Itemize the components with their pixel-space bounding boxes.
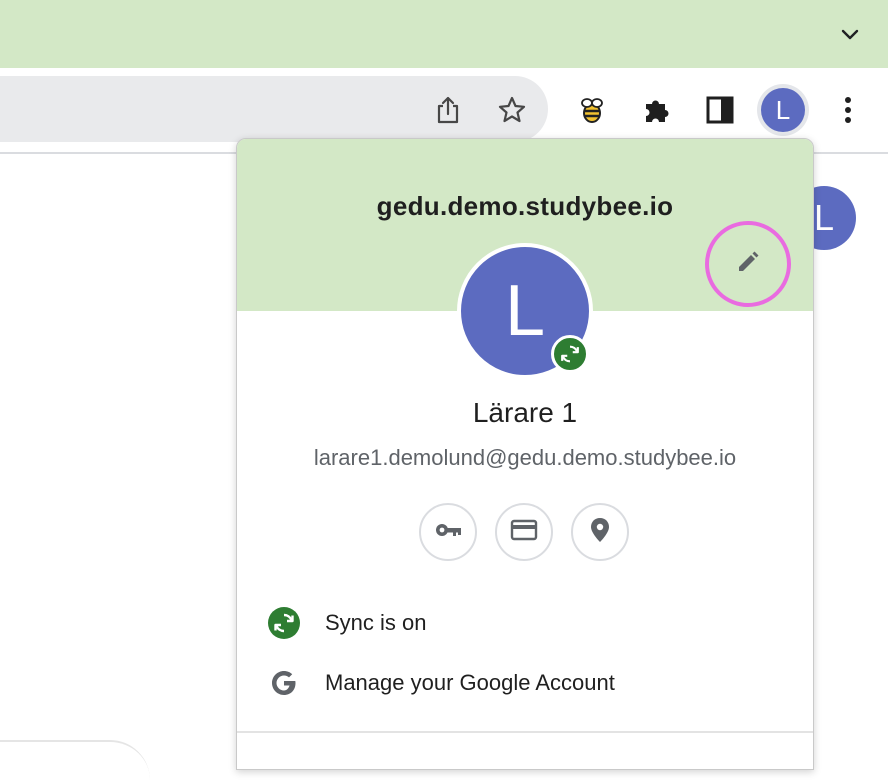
browser-title-bar <box>0 0 888 68</box>
avatar: L <box>761 88 805 132</box>
payment-card-icon <box>509 515 539 550</box>
user-email: larare1.demolund@gedu.demo.studybee.io <box>313 445 737 470</box>
payment-methods-button[interactable] <box>495 503 553 561</box>
profile-popup: gedu.demo.studybee.io L Lärare 1 larare1… <box>236 138 814 770</box>
side-panel-icon[interactable] <box>702 92 738 128</box>
profile-avatar-button[interactable]: L <box>757 84 809 136</box>
pencil-icon <box>734 248 762 281</box>
extensions-puzzle-icon[interactable] <box>638 92 674 128</box>
share-icon[interactable] <box>430 92 466 128</box>
chevron-down-icon[interactable] <box>838 22 862 46</box>
sync-status-label: Sync is on <box>325 610 427 635</box>
sync-status-row[interactable]: Sync is on <box>237 595 813 651</box>
studybee-extension-icon[interactable] <box>574 92 610 128</box>
google-g-icon <box>267 666 301 700</box>
page-card-edge <box>0 740 150 782</box>
address-pin-icon <box>585 515 615 550</box>
popup-domain-title: gedu.demo.studybee.io <box>376 191 674 221</box>
sync-icon <box>267 606 301 640</box>
manage-google-account-label: Manage your Google Account <box>325 670 615 695</box>
addresses-button[interactable] <box>571 503 629 561</box>
popup-divider <box>237 731 813 733</box>
sync-badge-icon <box>551 335 589 373</box>
password-key-icon <box>433 515 463 550</box>
passwords-button[interactable] <box>419 503 477 561</box>
bookmark-star-icon[interactable] <box>494 92 530 128</box>
more-menu-icon[interactable] <box>830 92 866 128</box>
edit-profile-button[interactable] <box>705 221 791 307</box>
user-name: Lärare 1 <box>472 397 578 428</box>
manage-google-account-row[interactable]: Manage your Google Account <box>237 655 813 711</box>
